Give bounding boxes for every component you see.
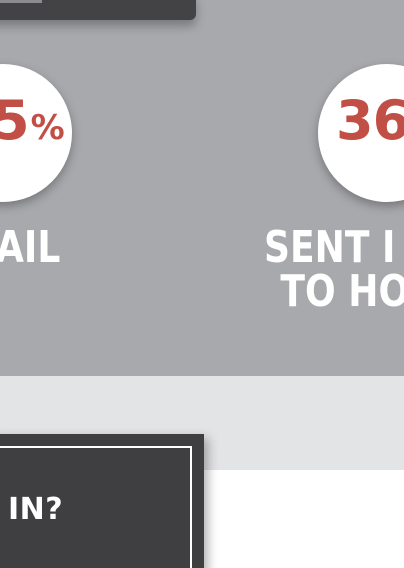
stat-unit: %	[30, 108, 65, 148]
stat-value-right: 36	[336, 94, 404, 148]
stat-number: 36	[336, 89, 404, 152]
stat-label-right: SENT I TO HO	[264, 226, 404, 314]
stat-circle-right: 36	[318, 64, 404, 202]
stat-value-left: 5%	[0, 94, 65, 148]
callout-box: IN?	[0, 434, 204, 568]
device-edge-highlight	[0, 0, 42, 3]
infographic-frame: 5% AIL 36 SENT I TO HO IN?	[0, 0, 404, 568]
stat-label-left: AIL	[0, 226, 60, 270]
callout-text: IN?	[8, 492, 64, 527]
white-card	[196, 470, 404, 568]
stat-number: 5	[0, 89, 30, 152]
stat-circle-left: 5%	[0, 64, 72, 202]
stats-band: 5% AIL 36 SENT I TO HO	[0, 0, 404, 376]
stat-label-line: TO HO	[280, 266, 404, 317]
device-edge-graphic	[0, 0, 196, 20]
stat-label-line: AIL	[0, 222, 61, 273]
stat-label-line: SENT I	[264, 222, 396, 273]
